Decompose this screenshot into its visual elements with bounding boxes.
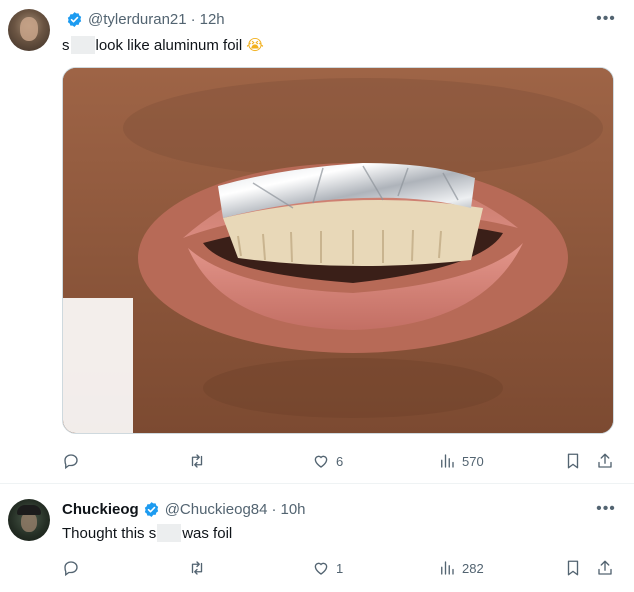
- retweet-icon: [191, 561, 203, 575]
- censor-box: [157, 524, 182, 542]
- separator-dot: ·: [271, 500, 277, 518]
- views-count: 570: [462, 453, 484, 469]
- bookmark-icon: [567, 560, 579, 576]
- censor-box: [70, 36, 95, 54]
- timestamp[interactable]: 10h: [280, 501, 305, 518]
- share-icon: [598, 560, 612, 575]
- more-options-icon[interactable]: •••: [596, 9, 616, 29]
- tweet-media-image[interactable]: [62, 67, 614, 434]
- like-icon: [314, 562, 328, 575]
- like-icon: [314, 455, 328, 468]
- more-options-icon[interactable]: •••: [596, 499, 616, 519]
- crying-face-emoji-icon: 😭: [246, 37, 264, 54]
- avatar-chuckieog[interactable]: [8, 499, 50, 541]
- tweet-text-part: look like aluminum foil: [95, 36, 243, 54]
- bookmark-button[interactable]: [564, 450, 582, 472]
- views-count: 282: [462, 560, 484, 576]
- handle[interactable]: @tylerduran21: [88, 11, 187, 28]
- reply-icon: [64, 561, 78, 577]
- reply-icon: [64, 454, 78, 470]
- tweet-text-part: was foil: [182, 524, 233, 542]
- reply-button[interactable]: [62, 450, 86, 472]
- views-icon: [441, 561, 454, 575]
- tweet-2-actions: 1 282: [62, 557, 622, 579]
- views-button[interactable]: 282: [438, 557, 484, 579]
- tweet-1-text: s look like aluminum foil 😭: [62, 34, 264, 56]
- display-name[interactable]: Chuckieog: [62, 501, 139, 518]
- reply-button[interactable]: [62, 557, 86, 579]
- tweet-1-actions: 6 570: [62, 450, 622, 472]
- retweet-button[interactable]: [188, 557, 212, 579]
- share-button[interactable]: [596, 450, 614, 472]
- verified-badge-icon: [144, 501, 158, 517]
- retweet-icon: [191, 454, 203, 468]
- avatar-face: [21, 512, 37, 532]
- like-button[interactable]: 1: [312, 557, 343, 579]
- timestamp[interactable]: 12h: [200, 11, 225, 28]
- views-button[interactable]: 570: [438, 450, 484, 472]
- avatar-tylerduran21[interactable]: [8, 9, 50, 51]
- verified-badge-icon: [67, 11, 82, 27]
- share-button[interactable]: [596, 557, 614, 579]
- bookmark-button[interactable]: [564, 557, 582, 579]
- handle[interactable]: @Chuckieog84: [165, 501, 268, 518]
- like-button[interactable]: 6: [312, 450, 343, 472]
- separator-dot: ·: [190, 10, 196, 28]
- like-count: 6: [336, 453, 344, 469]
- tweet-text-part: s: [62, 36, 70, 54]
- tweet-1-header: @tylerduran21 · 12h: [62, 9, 225, 29]
- avatar-face: [20, 17, 38, 41]
- retweet-button[interactable]: [188, 450, 212, 472]
- views-icon: [441, 454, 454, 468]
- bookmark-icon: [567, 453, 579, 469]
- avatar-cap: [17, 505, 41, 515]
- tweet-text-part: Thought this s: [62, 524, 157, 542]
- tweet-2-header: Chuckieog @Chuckieog84 · 10h: [62, 499, 306, 519]
- share-icon: [598, 453, 612, 468]
- mouth-photo: [63, 68, 613, 433]
- like-count: 1: [336, 560, 344, 576]
- tweet-2-text: Thought this s was foil: [62, 522, 232, 544]
